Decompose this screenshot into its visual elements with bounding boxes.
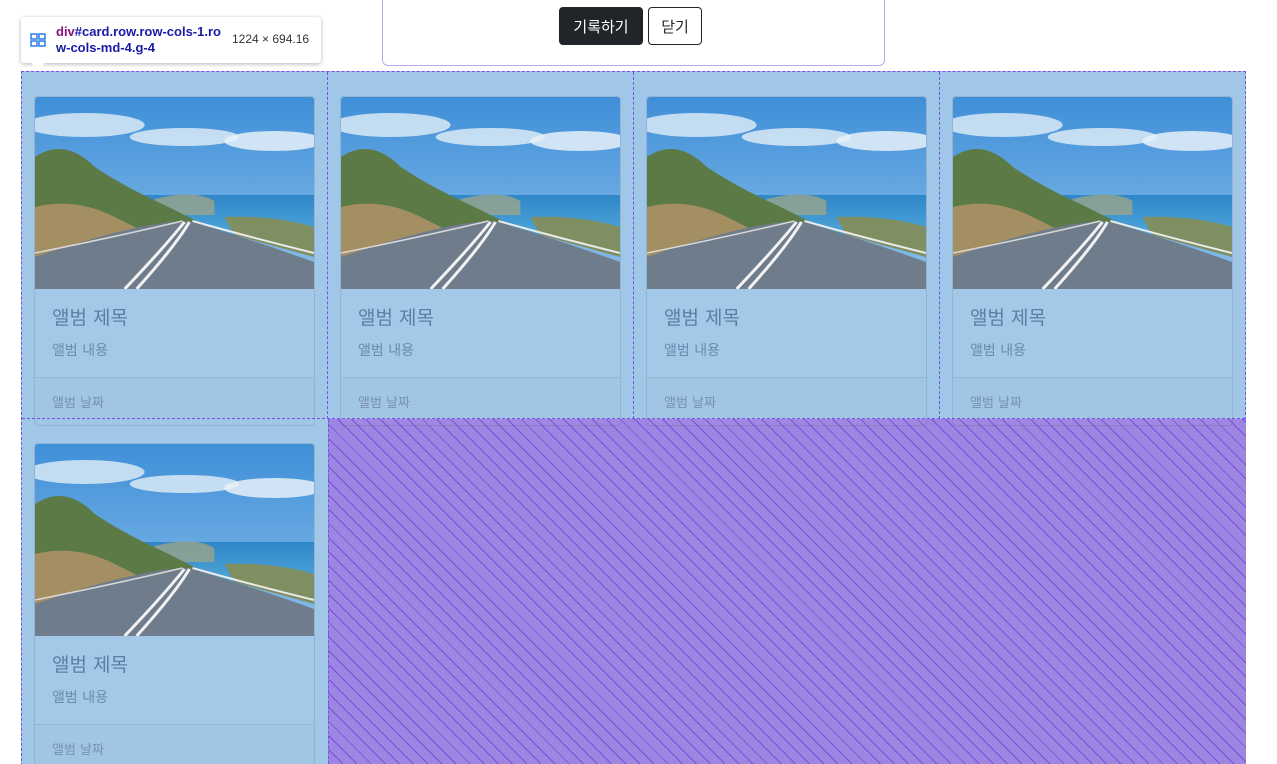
grid-layout-icon xyxy=(30,33,46,47)
road-photo xyxy=(35,444,314,636)
card-date: 앨범 날짜 xyxy=(970,396,1022,411)
card-title: 앨범 제목 xyxy=(52,307,128,329)
card-text: 앨범 내용 xyxy=(52,343,108,359)
road-photo xyxy=(35,97,314,289)
card-text: 앨범 내용 xyxy=(358,343,414,359)
road-photo xyxy=(953,97,1232,289)
card-date: 앨범 날짜 xyxy=(664,396,716,411)
card-footer: 앨범 날짜 xyxy=(953,377,1232,425)
grid-column-line xyxy=(633,72,634,419)
card-footer: 앨범 날짜 xyxy=(341,377,620,425)
album-card[interactable]: 앨범 제목 앨범 내용 앨범 날짜 xyxy=(34,443,315,764)
card-title: 앨범 제목 xyxy=(664,307,740,329)
card-footer: 앨범 날짜 xyxy=(35,724,314,764)
card-text: 앨범 내용 xyxy=(52,690,108,706)
card-footer: 앨범 날짜 xyxy=(647,377,926,425)
card-footer: 앨범 날짜 xyxy=(35,377,314,425)
grid-column-line xyxy=(327,72,328,419)
card-title: 앨범 제목 xyxy=(52,654,128,676)
card-text: 앨범 내용 xyxy=(664,343,720,359)
card-grid: 앨범 제목 앨범 내용 앨범 날짜 앨범 제목 앨범 내용 앨범 날짜 앨범 제… xyxy=(21,71,1246,764)
grid-gap-overlay xyxy=(328,419,1246,764)
album-card[interactable]: 앨범 제목 앨범 내용 앨범 날짜 xyxy=(646,96,927,426)
road-photo xyxy=(341,97,620,289)
grid-column-line xyxy=(939,72,940,419)
card-date: 앨범 날짜 xyxy=(52,396,104,411)
card-date: 앨범 날짜 xyxy=(358,396,410,411)
card-title: 앨범 제목 xyxy=(358,307,434,329)
card-title: 앨범 제목 xyxy=(970,307,1046,329)
devtools-tag: div xyxy=(56,24,75,39)
page: 기록하기 닫기 앨범 제목 앨범 내용 앨범 날짜 앨범 제목 앨범 내용 앨범… xyxy=(0,0,1277,764)
card-date: 앨범 날짜 xyxy=(52,743,104,758)
devtools-selector-text: #card.row.row-cols-1.row-cols-md-4.g-4 xyxy=(56,24,221,55)
album-card[interactable]: 앨범 제목 앨범 내용 앨범 날짜 xyxy=(952,96,1233,426)
record-button[interactable]: 기록하기 xyxy=(559,7,643,45)
devtools-size: 1224 × 694.16 xyxy=(232,32,310,46)
card-text: 앨범 내용 xyxy=(970,343,1026,359)
road-photo xyxy=(647,97,926,289)
album-card[interactable]: 앨범 제목 앨범 내용 앨범 날짜 xyxy=(340,96,621,426)
close-button[interactable]: 닫기 xyxy=(648,7,702,45)
album-card[interactable]: 앨범 제목 앨범 내용 앨범 날짜 xyxy=(34,96,315,426)
devtools-selector: div#card.row.row-cols-1.row-cols-md-4.g-… xyxy=(56,24,226,56)
devtools-tooltip: div#card.row.row-cols-1.row-cols-md-4.g-… xyxy=(21,17,321,70)
